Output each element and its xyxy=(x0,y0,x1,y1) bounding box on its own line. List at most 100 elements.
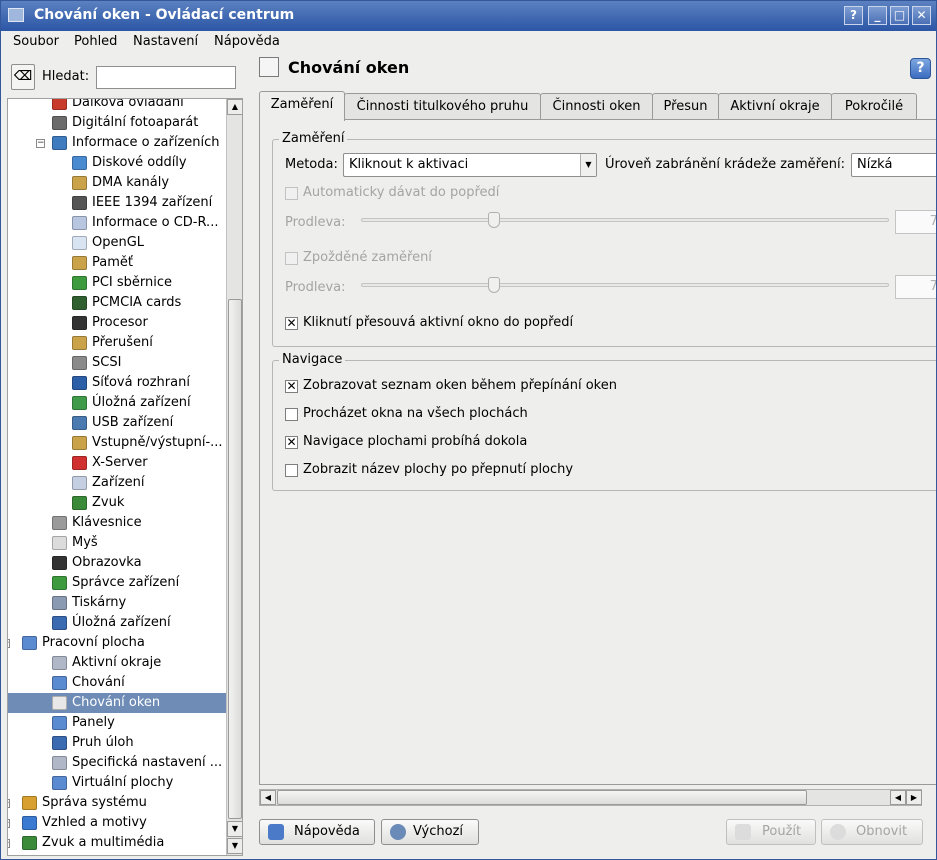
tab-presun[interactable]: Přesun xyxy=(652,93,719,120)
menu-napoveda[interactable]: Nápověda xyxy=(214,34,280,49)
whats-this-help-icon[interactable]: ? xyxy=(910,58,931,79)
scroll-down-button-2[interactable]: ▼ xyxy=(227,838,242,854)
all-desktops-checkbox[interactable] xyxy=(285,408,298,421)
tree-item[interactable]: + Zvuk a multimédia xyxy=(8,833,226,853)
scroll-right-button[interactable]: ▶ xyxy=(906,790,922,805)
module-icon xyxy=(52,576,67,590)
scroll-left-button-2[interactable]: ◀ xyxy=(890,790,906,805)
tree-item[interactable]: Informace o CD-R... xyxy=(8,213,226,233)
method-select[interactable]: Kliknout k aktivaci ▼ xyxy=(343,153,597,177)
tree-item[interactable]: SCSI xyxy=(8,353,226,373)
scroll-left-button[interactable]: ◀ xyxy=(260,790,276,805)
tree-item[interactable]: Panely xyxy=(8,713,226,733)
auto-raise-checkbox[interactable] xyxy=(285,187,298,200)
wrap-desktops-checkbox[interactable]: ✕ xyxy=(285,436,298,449)
tree-item-label: Zařízení xyxy=(92,475,145,490)
defaults-button[interactable]: Výchozí xyxy=(381,819,479,845)
tree-item[interactable]: Zvuk xyxy=(8,493,226,513)
tree-item[interactable]: Úložná zařízení xyxy=(8,613,226,633)
module-icon xyxy=(72,316,87,330)
title-bar[interactable]: Chování oken - Ovládací centrum ? _ □ ✕ xyxy=(1,1,936,31)
expand-icon[interactable]: + xyxy=(8,839,10,848)
tree-item[interactable]: Chování oken xyxy=(8,693,226,713)
scroll-down-button[interactable]: ▼ xyxy=(227,821,242,837)
tree-item[interactable]: Správce zařízení xyxy=(8,573,226,593)
tree-item[interactable]: PCI sběrnice xyxy=(8,273,226,293)
tab-pokrocile[interactable]: Pokročilé xyxy=(831,93,917,120)
delay-slider-1-handle[interactable] xyxy=(488,212,500,228)
tab-aktivni-okraje[interactable]: Aktivní okraje xyxy=(718,93,832,120)
horizontal-scrollbar[interactable]: ◀ ◀ ▶ xyxy=(259,789,922,806)
focus-steal-select[interactable]: Nízká xyxy=(851,153,936,177)
clear-search-icon[interactable]: ⌫ xyxy=(11,64,35,90)
tree-item[interactable]: Pruh úloh xyxy=(8,733,226,753)
tree-item[interactable]: DMA kanály xyxy=(8,173,226,193)
menu-nastaveni[interactable]: Nastavení xyxy=(133,34,198,49)
tree-item[interactable]: USB zařízení xyxy=(8,413,226,433)
tree-item[interactable]: + Vzhled a motivy xyxy=(8,813,226,833)
app-icon xyxy=(8,8,24,22)
delay-slider-2-handle[interactable] xyxy=(488,277,500,293)
expand-icon[interactable]: + xyxy=(8,799,10,808)
tree-item[interactable]: Obrazovka xyxy=(8,553,226,573)
delay-spinbox-1-value: 7 xyxy=(930,214,936,229)
tab-zamereni[interactable]: Zaměření xyxy=(259,91,345,121)
tree-item[interactable]: Chování xyxy=(8,673,226,693)
tree-item[interactable]: Diskové oddíly xyxy=(8,153,226,173)
tab-cinnosti-oken[interactable]: Činnosti oken xyxy=(540,93,653,120)
tree-item[interactable]: Klávesnice xyxy=(8,513,226,533)
tree-item[interactable]: X-Server xyxy=(8,453,226,473)
tree-item[interactable]: Zařízení xyxy=(8,473,226,493)
click-raise-checkbox[interactable]: ✕ xyxy=(285,317,298,330)
module-icon xyxy=(22,836,37,850)
tree-vertical-scrollbar[interactable]: ▲ ▼ ▼ xyxy=(226,99,242,855)
tree-item[interactable]: Myš xyxy=(8,533,226,553)
tree-item[interactable]: + Správa systému xyxy=(8,793,226,813)
tree-item[interactable]: OpenGL xyxy=(8,233,226,253)
desktop-name-checkbox[interactable] xyxy=(285,464,298,477)
expand-icon[interactable]: + xyxy=(8,819,10,828)
delay-spinbox-1[interactable]: 7 xyxy=(895,210,936,234)
tree-item[interactable]: Virtuální plochy xyxy=(8,773,226,793)
minimize-button[interactable]: _ xyxy=(868,6,887,25)
menu-soubor[interactable]: Soubor xyxy=(13,34,59,49)
close-button[interactable]: ✕ xyxy=(912,6,931,25)
apply-button[interactable]: Použít xyxy=(726,819,816,845)
tree-item[interactable]: Procesor xyxy=(8,313,226,333)
tree-item[interactable]: Specifická nastavení ... xyxy=(8,753,226,773)
delay-spinbox-2[interactable]: 7 xyxy=(895,275,936,299)
tree-item[interactable]: IEEE 1394 zařízení xyxy=(8,193,226,213)
collapse-icon[interactable]: − xyxy=(36,139,45,148)
delay-slider-1[interactable] xyxy=(361,218,889,222)
tree-item[interactable]: PCMCIA cards xyxy=(8,293,226,313)
help-button[interactable]: Nápověda xyxy=(259,819,375,845)
tree-item[interactable]: Dálková ovládání xyxy=(8,99,226,113)
delayed-focus-checkbox[interactable] xyxy=(285,252,298,265)
menu-pohled[interactable]: Pohled xyxy=(74,34,117,49)
tree-item[interactable]: − Informace o zařízeních xyxy=(8,133,226,153)
tree-item-label: PCI sběrnice xyxy=(92,275,173,290)
module-icon xyxy=(72,176,87,190)
tab-cinnosti-titulkoveho-pruhu[interactable]: Činnosti titulkového pruhu xyxy=(344,93,541,120)
horizontal-scroll-thumb[interactable] xyxy=(277,790,807,805)
maximize-button[interactable]: □ xyxy=(890,6,909,25)
click-raise-label: Kliknutí přesouvá aktivní okno do popřed… xyxy=(303,315,574,330)
tree-item[interactable]: Přerušení xyxy=(8,333,226,353)
tree-item[interactable]: Vstupně/výstupní-... xyxy=(8,433,226,453)
reset-button[interactable]: Obnovit xyxy=(821,819,923,845)
tree-item[interactable]: − Pracovní plocha xyxy=(8,633,226,653)
tree-item[interactable]: Síťová rozhraní xyxy=(8,373,226,393)
tree-item[interactable]: Paměť xyxy=(8,253,226,273)
tree-item[interactable]: Tiskárny xyxy=(8,593,226,613)
scroll-thumb[interactable] xyxy=(228,299,242,819)
search-input[interactable] xyxy=(96,66,236,89)
method-label: Metoda: xyxy=(285,157,338,172)
delay-slider-2[interactable] xyxy=(361,283,889,287)
window-list-checkbox[interactable]: ✕ xyxy=(285,380,298,393)
collapse-icon[interactable]: − xyxy=(8,639,10,648)
tree-item[interactable]: Aktivní okraje xyxy=(8,653,226,673)
tree-item[interactable]: Úložná zařízení xyxy=(8,393,226,413)
scroll-up-button[interactable]: ▲ xyxy=(227,99,242,115)
tree-item[interactable]: Digitální fotoaparát xyxy=(8,113,226,133)
help-titlebar-button[interactable]: ? xyxy=(844,6,863,25)
